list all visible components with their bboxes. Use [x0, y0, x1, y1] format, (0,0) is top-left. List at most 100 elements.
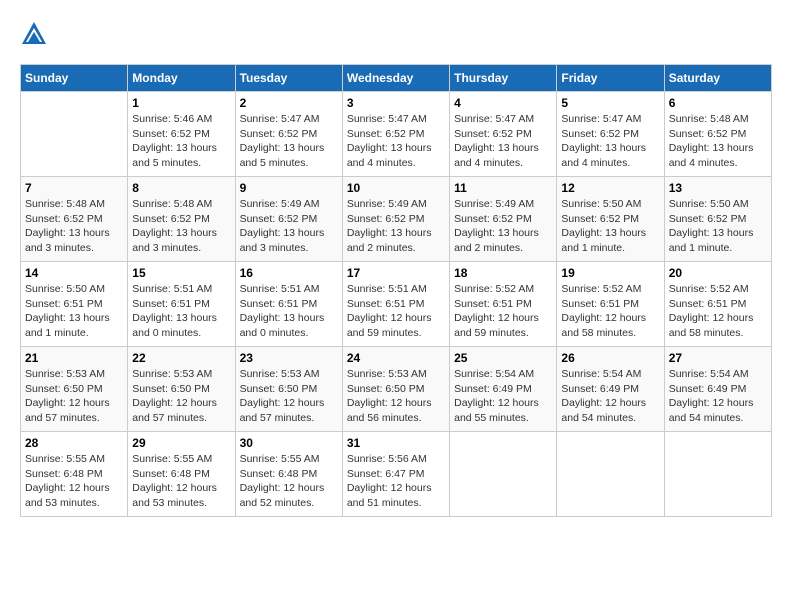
day-number: 22 — [132, 351, 230, 365]
calendar-cell: 4 Sunrise: 5:47 AMSunset: 6:52 PMDaylight… — [450, 92, 557, 177]
calendar-cell: 9 Sunrise: 5:49 AMSunset: 6:52 PMDaylight… — [235, 177, 342, 262]
day-info: Sunrise: 5:46 AMSunset: 6:52 PMDaylight:… — [132, 112, 230, 171]
day-info: Sunrise: 5:47 AMSunset: 6:52 PMDaylight:… — [561, 112, 659, 171]
day-number: 24 — [347, 351, 445, 365]
calendar-cell: 1 Sunrise: 5:46 AMSunset: 6:52 PMDaylight… — [128, 92, 235, 177]
day-number: 7 — [25, 181, 123, 195]
day-number: 30 — [240, 436, 338, 450]
calendar-cell: 30Sunrise: 5:55 AMSunset: 6:48 PMDayligh… — [235, 432, 342, 517]
calendar-cell — [450, 432, 557, 517]
day-info: Sunrise: 5:47 AMSunset: 6:52 PMDaylight:… — [454, 112, 552, 171]
calendar-cell: 5 Sunrise: 5:47 AMSunset: 6:52 PMDaylight… — [557, 92, 664, 177]
day-info: Sunrise: 5:56 AMSunset: 6:47 PMDaylight:… — [347, 452, 445, 511]
calendar-table: SundayMondayTuesdayWednesdayThursdayFrid… — [20, 64, 772, 517]
calendar-cell: 10Sunrise: 5:49 AMSunset: 6:52 PMDayligh… — [342, 177, 449, 262]
calendar-cell: 31 Sunrise: 5:56 AMSunset: 6:47 PMDayligh… — [342, 432, 449, 517]
day-number: 1 — [132, 96, 230, 110]
day-info: Sunrise: 5:53 AMSunset: 6:50 PMDaylight:… — [240, 367, 338, 426]
column-header-saturday: Saturday — [664, 65, 771, 92]
day-info: Sunrise: 5:50 AMSunset: 6:51 PMDaylight:… — [25, 282, 123, 341]
day-number: 8 — [132, 181, 230, 195]
day-info: Sunrise: 5:54 AMSunset: 6:49 PMDaylight:… — [561, 367, 659, 426]
day-info: Sunrise: 5:49 AMSunset: 6:52 PMDaylight:… — [240, 197, 338, 256]
calendar-cell: 16Sunrise: 5:51 AMSunset: 6:51 PMDayligh… — [235, 262, 342, 347]
day-number: 15 — [132, 266, 230, 280]
day-info: Sunrise: 5:50 AMSunset: 6:52 PMDaylight:… — [561, 197, 659, 256]
calendar-cell — [557, 432, 664, 517]
page-header — [20, 20, 772, 48]
day-number: 31 — [347, 436, 445, 450]
day-number: 21 — [25, 351, 123, 365]
column-header-wednesday: Wednesday — [342, 65, 449, 92]
day-number: 28 — [25, 436, 123, 450]
day-info: Sunrise: 5:52 AMSunset: 6:51 PMDaylight:… — [561, 282, 659, 341]
day-info: Sunrise: 5:48 AMSunset: 6:52 PMDaylight:… — [25, 197, 123, 256]
calendar-cell — [21, 92, 128, 177]
day-info: Sunrise: 5:53 AMSunset: 6:50 PMDaylight:… — [347, 367, 445, 426]
calendar-cell: 3 Sunrise: 5:47 AMSunset: 6:52 PMDaylight… — [342, 92, 449, 177]
calendar-cell: 22Sunrise: 5:53 AMSunset: 6:50 PMDayligh… — [128, 347, 235, 432]
calendar-cell: 11 Sunrise: 5:49 AMSunset: 6:52 PMDayligh… — [450, 177, 557, 262]
day-number: 29 — [132, 436, 230, 450]
calendar-cell: 13 Sunrise: 5:50 AMSunset: 6:52 PMDayligh… — [664, 177, 771, 262]
column-header-sunday: Sunday — [21, 65, 128, 92]
calendar-cell: 15Sunrise: 5:51 AMSunset: 6:51 PMDayligh… — [128, 262, 235, 347]
calendar-cell: 17 Sunrise: 5:51 AMSunset: 6:51 PMDayligh… — [342, 262, 449, 347]
day-info: Sunrise: 5:47 AMSunset: 6:52 PMDaylight:… — [347, 112, 445, 171]
column-header-thursday: Thursday — [450, 65, 557, 92]
day-info: Sunrise: 5:54 AMSunset: 6:49 PMDaylight:… — [454, 367, 552, 426]
day-number: 19 — [561, 266, 659, 280]
day-info: Sunrise: 5:52 AMSunset: 6:51 PMDaylight:… — [454, 282, 552, 341]
day-info: Sunrise: 5:53 AMSunset: 6:50 PMDaylight:… — [25, 367, 123, 426]
week-row-1: 1 Sunrise: 5:46 AMSunset: 6:52 PMDaylight… — [21, 92, 772, 177]
day-number: 18 — [454, 266, 552, 280]
day-number: 27 — [669, 351, 767, 365]
header-row: SundayMondayTuesdayWednesdayThursdayFrid… — [21, 65, 772, 92]
week-row-4: 21 Sunrise: 5:53 AMSunset: 6:50 PMDayligh… — [21, 347, 772, 432]
calendar-body: 1 Sunrise: 5:46 AMSunset: 6:52 PMDaylight… — [21, 92, 772, 517]
day-info: Sunrise: 5:49 AMSunset: 6:52 PMDaylight:… — [454, 197, 552, 256]
calendar-cell: 27 Sunrise: 5:54 AMSunset: 6:49 PMDayligh… — [664, 347, 771, 432]
day-number: 25 — [454, 351, 552, 365]
column-header-monday: Monday — [128, 65, 235, 92]
calendar-cell: 7 Sunrise: 5:48 AMSunset: 6:52 PMDaylight… — [21, 177, 128, 262]
calendar-cell: 2Sunrise: 5:47 AMSunset: 6:52 PMDaylight… — [235, 92, 342, 177]
day-info: Sunrise: 5:50 AMSunset: 6:52 PMDaylight:… — [669, 197, 767, 256]
day-number: 9 — [240, 181, 338, 195]
day-info: Sunrise: 5:48 AMSunset: 6:52 PMDaylight:… — [132, 197, 230, 256]
day-info: Sunrise: 5:55 AMSunset: 6:48 PMDaylight:… — [132, 452, 230, 511]
day-info: Sunrise: 5:54 AMSunset: 6:49 PMDaylight:… — [669, 367, 767, 426]
calendar-cell — [664, 432, 771, 517]
day-info: Sunrise: 5:55 AMSunset: 6:48 PMDaylight:… — [25, 452, 123, 511]
day-number: 5 — [561, 96, 659, 110]
day-number: 14 — [25, 266, 123, 280]
day-info: Sunrise: 5:51 AMSunset: 6:51 PMDaylight:… — [347, 282, 445, 341]
day-number: 13 — [669, 181, 767, 195]
calendar-cell: 28 Sunrise: 5:55 AMSunset: 6:48 PMDayligh… — [21, 432, 128, 517]
calendar-cell: 26Sunrise: 5:54 AMSunset: 6:49 PMDayligh… — [557, 347, 664, 432]
calendar-header: SundayMondayTuesdayWednesdayThursdayFrid… — [21, 65, 772, 92]
day-number: 3 — [347, 96, 445, 110]
day-number: 11 — [454, 181, 552, 195]
day-info: Sunrise: 5:48 AMSunset: 6:52 PMDaylight:… — [669, 112, 767, 171]
day-number: 23 — [240, 351, 338, 365]
calendar-cell: 29 Sunrise: 5:55 AMSunset: 6:48 PMDayligh… — [128, 432, 235, 517]
day-number: 2 — [240, 96, 338, 110]
day-info: Sunrise: 5:52 AMSunset: 6:51 PMDaylight:… — [669, 282, 767, 341]
day-number: 4 — [454, 96, 552, 110]
calendar-cell: 23 Sunrise: 5:53 AMSunset: 6:50 PMDayligh… — [235, 347, 342, 432]
column-header-friday: Friday — [557, 65, 664, 92]
day-number: 12 — [561, 181, 659, 195]
calendar-cell: 25 Sunrise: 5:54 AMSunset: 6:49 PMDayligh… — [450, 347, 557, 432]
day-number: 6 — [669, 96, 767, 110]
calendar-cell: 20Sunrise: 5:52 AMSunset: 6:51 PMDayligh… — [664, 262, 771, 347]
calendar-cell: 8 Sunrise: 5:48 AMSunset: 6:52 PMDaylight… — [128, 177, 235, 262]
calendar-cell: 24 Sunrise: 5:53 AMSunset: 6:50 PMDayligh… — [342, 347, 449, 432]
week-row-2: 7 Sunrise: 5:48 AMSunset: 6:52 PMDaylight… — [21, 177, 772, 262]
day-number: 17 — [347, 266, 445, 280]
logo — [20, 20, 52, 48]
column-header-tuesday: Tuesday — [235, 65, 342, 92]
day-number: 10 — [347, 181, 445, 195]
week-row-3: 14 Sunrise: 5:50 AMSunset: 6:51 PMDayligh… — [21, 262, 772, 347]
day-info: Sunrise: 5:51 AMSunset: 6:51 PMDaylight:… — [240, 282, 338, 341]
